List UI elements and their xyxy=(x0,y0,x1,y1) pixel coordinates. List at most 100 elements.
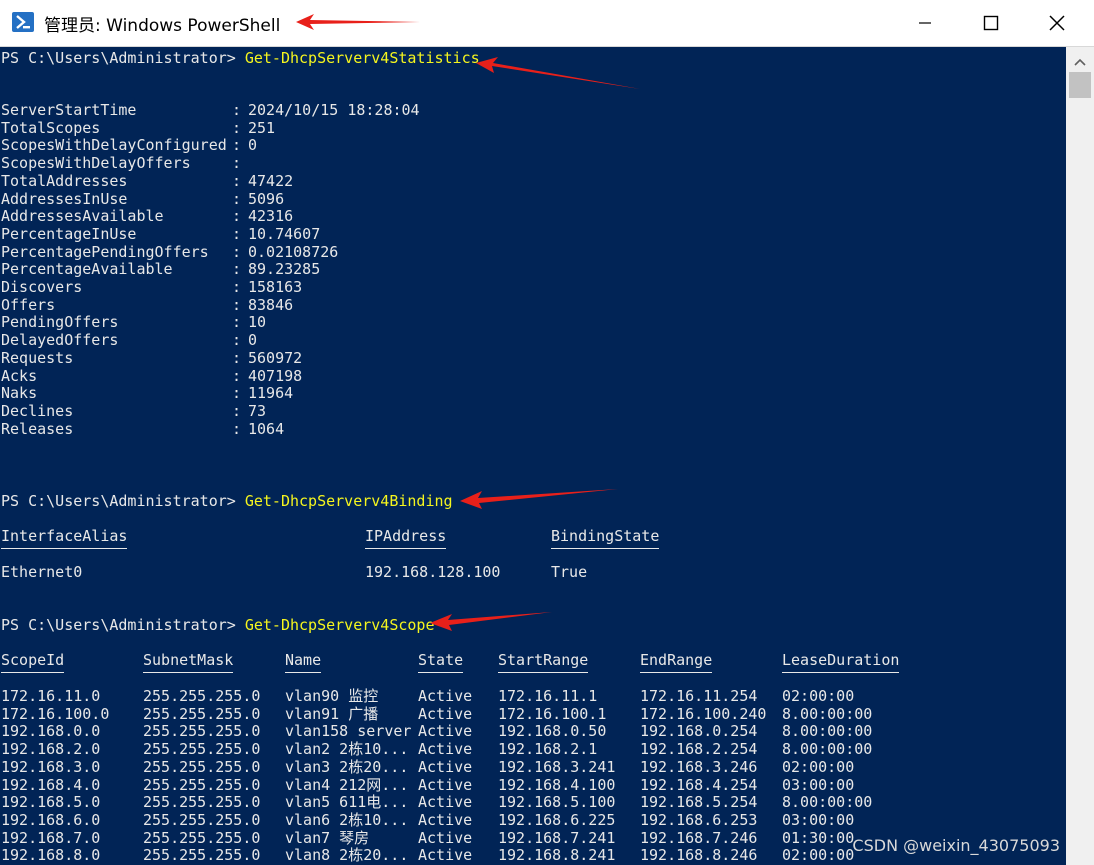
scope-cell: 192.168.3.0 xyxy=(1,757,101,776)
binding-header: InterfaceAlias xyxy=(1,527,128,549)
statistic-row: Offers:83846 xyxy=(0,296,700,314)
scope-cell: vlan7 琴房 xyxy=(285,828,370,847)
statistic-value: 1064 xyxy=(248,419,285,438)
scope-cell: 172.16.100.240 xyxy=(640,704,767,723)
scope-cell: 192.168.0.254 xyxy=(640,722,758,741)
scope-cell: 172.16.11.0 xyxy=(1,687,101,705)
command-text: Get-DhcpServerv4Statistics xyxy=(244,49,480,67)
scope-cell: Active xyxy=(418,704,473,723)
scope-cell: Active xyxy=(418,828,473,847)
scope-cell: 03:00:00 xyxy=(782,810,855,829)
statistic-value: 0 xyxy=(248,136,258,155)
statistic-row: TotalScopes:251 xyxy=(0,119,700,137)
statistic-row: Releases:1064 xyxy=(0,420,700,438)
prompt-line-stats: PS C:\Users\Administrator> Get-DhcpServe… xyxy=(1,49,480,67)
scope-cell: 192.168.8.241 xyxy=(498,846,616,865)
scope-cell: vlan4 212网... xyxy=(285,775,409,794)
statistic-row: ServerStartTime:2024/10/15 18:28:04 xyxy=(0,101,700,119)
statistic-value: 47422 xyxy=(248,171,294,190)
minimize-button[interactable] xyxy=(892,0,958,46)
statistic-key: Declines xyxy=(1,401,74,420)
scope-cell: 192.168.2.1 xyxy=(498,740,598,759)
statistic-separator: : xyxy=(232,366,242,385)
scope-cell: 255.255.255.0 xyxy=(143,722,261,741)
statistic-value: 42316 xyxy=(248,207,294,226)
statistic-row: PercentageInUse:10.74607 xyxy=(0,225,700,243)
statistic-row: Requests:560972 xyxy=(0,349,700,367)
scope-cell: Active xyxy=(418,740,473,759)
close-icon xyxy=(1049,15,1065,31)
statistic-key: Offers xyxy=(1,295,56,314)
statistic-value: 2024/10/15 18:28:04 xyxy=(248,101,420,119)
chevron-up-icon xyxy=(1074,58,1086,66)
scope-cell: 192.168.7.246 xyxy=(640,828,758,847)
scope-cell: 255.255.255.0 xyxy=(143,775,261,794)
statistic-separator: : xyxy=(232,118,242,137)
statistic-separator: : xyxy=(232,331,242,350)
statistic-key: Acks xyxy=(1,366,38,385)
scope-cell: vlan158 server xyxy=(285,722,412,741)
scope-cell: 255.255.255.0 xyxy=(143,810,261,829)
statistic-row: PercentagePendingOffers:0.02108726 xyxy=(0,243,700,261)
prompt-line-scope: PS C:\Users\Administrator> Get-DhcpServe… xyxy=(1,616,435,634)
statistic-row: ScopesWithDelayConfigured:0 xyxy=(0,136,700,154)
statistic-key: Releases xyxy=(1,419,74,438)
statistic-row: DelayedOffers:0 xyxy=(0,331,700,349)
statistic-separator: : xyxy=(232,207,242,226)
statistic-separator: : xyxy=(232,260,242,279)
scope-cell: 172.16.11.1 xyxy=(498,687,598,705)
statistic-row: Discovers:158163 xyxy=(0,278,700,296)
annotation-arrow-scope xyxy=(430,612,552,631)
maximize-icon xyxy=(983,15,999,31)
scope-cell: Active xyxy=(418,757,473,776)
scope-cell: 192.168.7.0 xyxy=(1,828,101,847)
scope-cell: 01:30:00 xyxy=(782,828,855,847)
scroll-thumb[interactable] xyxy=(1069,72,1091,98)
scope-cell: 192.168.4.254 xyxy=(640,775,758,794)
scope-cell: Active xyxy=(418,687,473,705)
scope-cell: 255.255.255.0 xyxy=(143,757,261,776)
scope-cell: vlan3 2栋20... xyxy=(285,757,409,776)
statistic-separator: : xyxy=(232,171,242,190)
scope-cell: 8.00:00:00 xyxy=(782,740,873,759)
scope-cell: 255.255.255.0 xyxy=(143,828,261,847)
binding-header: IPAddress xyxy=(365,527,447,549)
statistic-key: TotalAddresses xyxy=(1,171,128,190)
title-bar: 管理员: Windows PowerShell xyxy=(0,0,1094,47)
annotation-arrow-binding xyxy=(460,489,618,509)
statistic-key: AddressesInUse xyxy=(1,189,128,208)
statistic-separator: : xyxy=(232,295,242,314)
statistic-value: 407198 xyxy=(248,366,303,385)
scope-cell: 192.168.8.0 xyxy=(1,846,101,865)
binding-cell: 192.168.128.100 xyxy=(365,563,501,581)
watermark: CSDN @weixin_43075093 xyxy=(852,836,1060,855)
maximize-button[interactable] xyxy=(958,0,1024,46)
scope-cell: Active xyxy=(418,810,473,829)
vertical-scrollbar[interactable] xyxy=(1066,47,1094,865)
statistic-key: PendingOffers xyxy=(1,313,119,332)
window-title: 管理员: Windows PowerShell xyxy=(44,16,281,36)
scope-cell: Active xyxy=(418,793,473,812)
console-output[interactable]: PS C:\Users\Administrator> Get-DhcpServe… xyxy=(0,47,1066,865)
statistic-value: 83846 xyxy=(248,295,294,314)
statistic-value: 10 xyxy=(248,313,267,332)
statistic-separator: : xyxy=(232,384,242,403)
scope-cell: 192.168.6.253 xyxy=(640,810,758,829)
scope-cell: 172.16.100.0 xyxy=(1,704,110,723)
binding-cell: Ethernet0 xyxy=(1,563,83,581)
statistic-value: 560972 xyxy=(248,348,303,367)
statistic-key: ScopesWithDelayOffers xyxy=(1,154,191,173)
close-button[interactable] xyxy=(1024,0,1090,46)
scope-cell: vlan6 2栋10... xyxy=(285,810,409,829)
statistic-row: AddressesInUse:5096 xyxy=(0,190,700,208)
binding-header: BindingState xyxy=(551,527,660,549)
statistic-value: 251 xyxy=(248,118,276,137)
powershell-icon xyxy=(12,12,34,32)
statistic-separator: : xyxy=(232,242,242,261)
scroll-up-button[interactable] xyxy=(1066,53,1094,71)
statistic-key: PercentageAvailable xyxy=(1,260,173,279)
scope-cell: 02:00:00 xyxy=(782,846,855,865)
binding-cell: True xyxy=(551,563,588,581)
statistic-value: 73 xyxy=(248,401,267,420)
scope-header: ScopeId xyxy=(1,651,65,673)
